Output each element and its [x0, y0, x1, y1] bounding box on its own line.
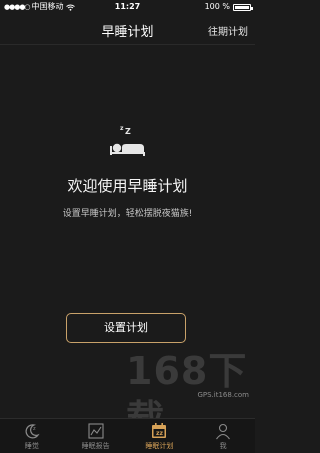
watermark-url: GPS.it168.com: [197, 391, 249, 399]
tab-label: 睡觉: [24, 442, 39, 450]
sleeping-bed-icon: z Z: [110, 125, 145, 156]
status-right: 100 %: [204, 0, 253, 14]
svg-text:z: z: [120, 125, 124, 132]
svg-text:Z: Z: [125, 127, 131, 136]
tab-sleep-plan[interactable]: zz 睡眠计划: [128, 419, 192, 453]
tab-label: 我: [219, 442, 227, 450]
welcome-tagline: 设置早睡计划，轻松摆脱夜猫族!: [62, 209, 193, 219]
battery-percent: 100 %: [204, 2, 230, 11]
history-plans-link[interactable]: 往期计划: [208, 23, 248, 38]
status-bar: ●●●●○ 中国移动 11:27 100 %: [0, 0, 255, 14]
chart-icon: [88, 423, 104, 439]
svg-text:z: z: [33, 426, 36, 432]
watermark: 168下载 GPS.it168.com: [126, 347, 251, 441]
svg-text:zz: zz: [156, 430, 163, 437]
tab-sleep-report[interactable]: 睡眠报告: [64, 419, 128, 453]
welcome-heading: 欢迎使用早睡计划: [67, 177, 188, 195]
setup-plan-button[interactable]: 设置计划: [66, 313, 186, 343]
battery-icon: [233, 3, 253, 11]
tab-sleep[interactable]: z 睡觉: [0, 419, 64, 453]
nav-bar: 早睡计划 往期计划: [0, 14, 255, 45]
moon-icon: z: [25, 424, 40, 439]
tab-label: 睡眠报告: [81, 442, 110, 450]
calendar-icon: zz: [152, 423, 167, 438]
profile-icon: [216, 423, 231, 440]
tab-profile[interactable]: 我: [191, 419, 255, 453]
tab-label: 睡眠计划: [145, 442, 174, 450]
tab-bar: z 睡觉 睡眠报告 zz 睡眠计划 我: [0, 418, 255, 453]
